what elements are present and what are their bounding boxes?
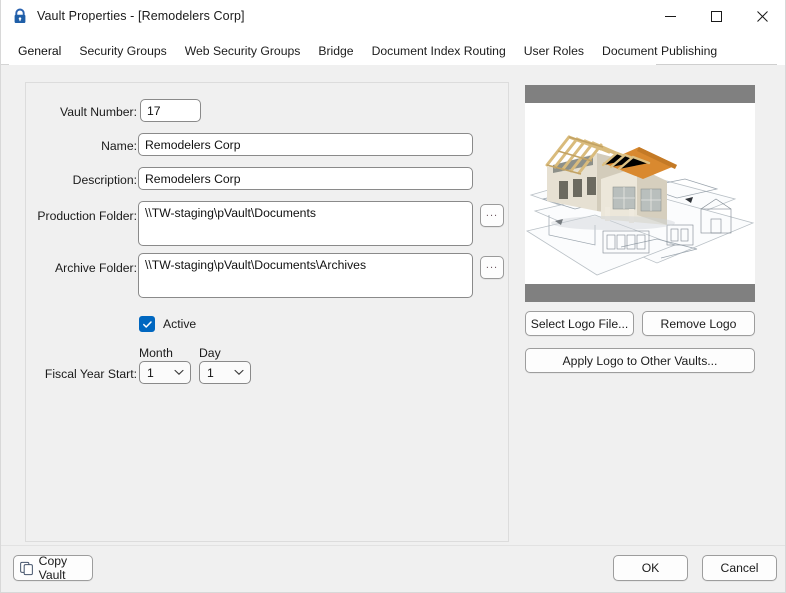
- maximize-icon: [710, 10, 722, 22]
- vault-logo-image: [525, 103, 755, 284]
- production-folder-label: Production Folder:: [37, 209, 137, 223]
- archive-folder-browse-button[interactable]: ...: [480, 256, 504, 279]
- tab-user-roles[interactable]: User Roles: [515, 40, 593, 65]
- lock-icon: [14, 8, 26, 23]
- checkmark-icon: [142, 320, 152, 328]
- cancel-button[interactable]: Cancel: [702, 555, 777, 581]
- archive-folder-input[interactable]: [138, 253, 473, 298]
- ellipsis-icon: ...: [485, 259, 499, 271]
- apply-logo-to-other-vaults-button[interactable]: Apply Logo to Other Vaults...: [525, 348, 755, 373]
- minimize-icon: [664, 15, 676, 17]
- active-checkbox[interactable]: [139, 316, 155, 332]
- copy-icon: [20, 561, 33, 575]
- description-label: Description:: [72, 173, 137, 187]
- minimize-button[interactable]: [647, 0, 693, 32]
- fiscal-month-value: 1: [147, 365, 154, 380]
- active-checkbox-row[interactable]: Active: [139, 316, 196, 332]
- vault-number-input[interactable]: [140, 99, 201, 122]
- tab-document-publishing[interactable]: Document Publishing: [593, 40, 726, 65]
- dialog-body: Vault Number: Name: Description: Product…: [1, 65, 785, 545]
- tab-bridge[interactable]: Bridge: [309, 40, 362, 65]
- tab-general[interactable]: General: [9, 40, 71, 65]
- chevron-down-icon: [234, 369, 244, 375]
- fiscal-month-select[interactable]: 1: [139, 361, 191, 384]
- ok-button[interactable]: OK: [613, 555, 688, 581]
- copy-vault-button[interactable]: Copy Vault: [13, 554, 93, 582]
- window-title: Vault Properties - [Remodelers Corp]: [37, 9, 245, 23]
- vault-number-label: Vault Number:: [60, 105, 137, 119]
- name-input[interactable]: [138, 133, 473, 156]
- production-folder-input[interactable]: [138, 201, 473, 246]
- copy-vault-label: Copy Vault: [38, 554, 68, 582]
- maximize-button[interactable]: [693, 0, 739, 32]
- titlebar: Vault Properties - [Remodelers Corp]: [1, 0, 785, 32]
- house-model-on-blueprints-photo: [525, 103, 755, 284]
- remove-logo-button[interactable]: Remove Logo: [642, 311, 755, 336]
- month-column-label: Month: [139, 346, 173, 360]
- fiscal-day-select[interactable]: 1: [199, 361, 251, 384]
- name-label: Name:: [101, 139, 137, 153]
- fiscal-day-value: 1: [207, 365, 214, 380]
- active-label: Active: [163, 317, 197, 331]
- day-column-label: Day: [199, 346, 221, 360]
- tab-strip: General Security Groups Web Security Gro…: [1, 32, 785, 65]
- close-icon: [756, 10, 768, 22]
- tab-list: General Security Groups Web Security Gro…: [9, 32, 785, 65]
- archive-folder-label: Archive Folder:: [55, 261, 137, 275]
- production-folder-browse-button[interactable]: ...: [480, 204, 504, 227]
- close-button[interactable]: [739, 0, 785, 32]
- select-logo-file-button[interactable]: Select Logo File...: [525, 311, 634, 336]
- tab-web-security-groups[interactable]: Web Security Groups: [176, 40, 310, 65]
- fiscal-year-start-label: Fiscal Year Start:: [44, 367, 137, 381]
- window-controls: [647, 0, 785, 32]
- vault-properties-dialog: Vault Properties - [Remodelers Corp] Gen…: [0, 0, 786, 593]
- ellipsis-icon: ...: [485, 207, 499, 219]
- description-input[interactable]: [138, 167, 473, 190]
- tab-security-groups[interactable]: Security Groups: [70, 40, 175, 65]
- dialog-footer: Copy Vault OK Cancel: [1, 545, 785, 592]
- chevron-down-icon: [174, 369, 184, 375]
- tab-document-index-routing[interactable]: Document Index Routing: [363, 40, 515, 65]
- vault-logo-frame: [525, 85, 755, 302]
